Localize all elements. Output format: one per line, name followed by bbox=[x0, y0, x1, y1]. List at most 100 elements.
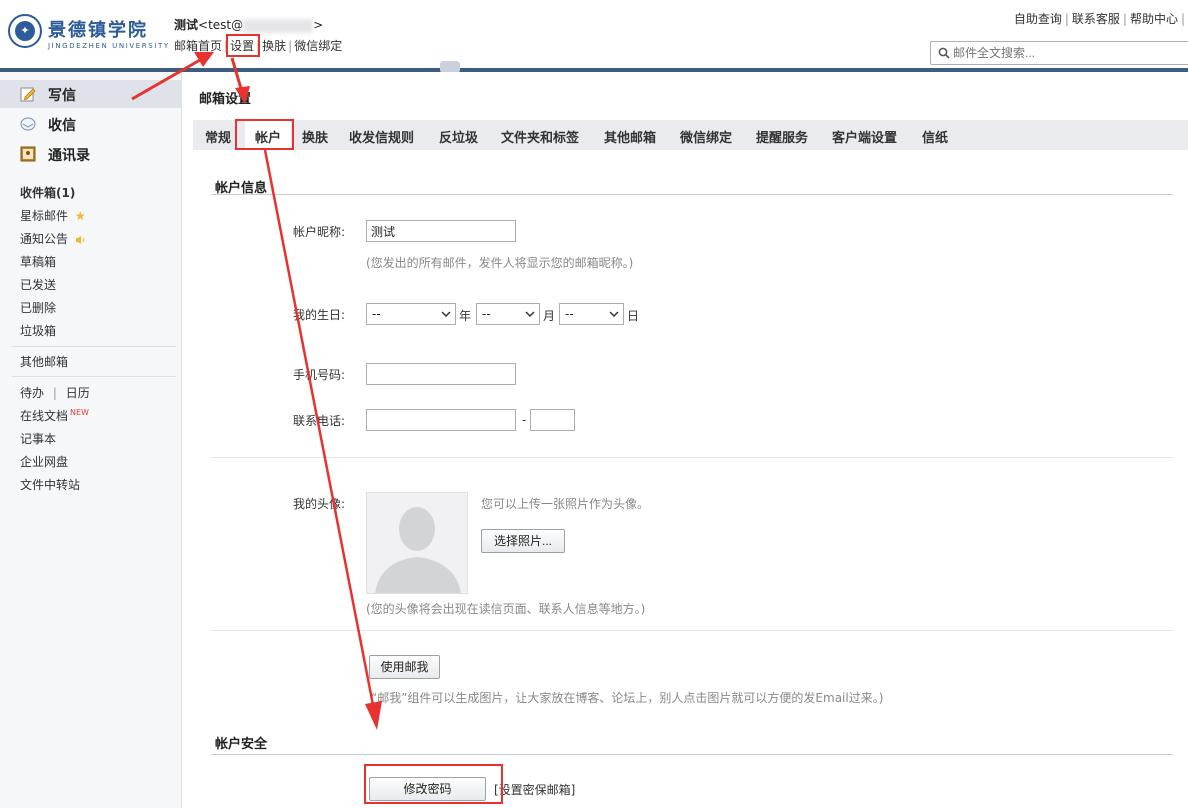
chevron-down-icon bbox=[609, 311, 619, 318]
sidebar-file-transfer[interactable]: 文件中转站 bbox=[20, 476, 80, 493]
birthday-month-select[interactable]: -- bbox=[476, 303, 540, 325]
tab-stationery[interactable]: 信纸 bbox=[922, 127, 948, 146]
search-box[interactable] bbox=[930, 41, 1188, 65]
sidebar-contacts-label: 通讯录 bbox=[48, 148, 90, 164]
folder-junk[interactable]: 垃圾箱 bbox=[20, 322, 56, 339]
section-divider bbox=[211, 194, 1173, 195]
contact-support-link[interactable]: 联系客服 bbox=[1072, 12, 1120, 26]
tab-reminder[interactable]: 提醒服务 bbox=[756, 127, 808, 146]
mail-me-hint: “邮我”组件可以生成图片，让大家放在博客、论坛上，别人点击图片就可以方便的发Em… bbox=[371, 691, 884, 705]
sidebar-notes[interactable]: 记事本 bbox=[20, 430, 56, 447]
tab-other-mailbox[interactable]: 其他邮箱 bbox=[604, 127, 656, 146]
mobile-input[interactable] bbox=[366, 363, 516, 385]
nav-wechat-bind[interactable]: 微信绑定 bbox=[294, 39, 342, 53]
year-unit: 年 bbox=[459, 309, 472, 323]
folder-inbox[interactable]: 收件箱(1) bbox=[20, 184, 75, 201]
tab-mail-rules[interactable]: 收发信规则 bbox=[349, 127, 414, 146]
phone-area-input[interactable] bbox=[366, 409, 516, 431]
birthday-year-select[interactable]: -- bbox=[366, 303, 456, 325]
inbox-icon bbox=[20, 117, 36, 131]
avatar-hint: 您可以上传一张照片作为头像。 bbox=[481, 497, 650, 511]
speaker-icon bbox=[75, 235, 85, 244]
set-secure-mail-link[interactable]: [设置密保邮箱] bbox=[494, 781, 575, 798]
sidebar-compose-label: 写信 bbox=[48, 88, 76, 104]
folder-deleted[interactable]: 已删除 bbox=[20, 299, 56, 316]
folder-starred[interactable]: 星标邮件 ★ bbox=[20, 207, 86, 224]
sidebar-other-mail[interactable]: 其他邮箱 bbox=[20, 353, 68, 370]
user-name: 测试 bbox=[174, 18, 199, 32]
tab-folders-labels[interactable]: 文件夹和标签 bbox=[501, 127, 579, 146]
change-password-button[interactable]: 修改密码 bbox=[369, 777, 486, 801]
avatar-note: (您的头像将会出现在读信页面、联系人信息等地方。) bbox=[366, 602, 646, 616]
settings-tabs: 常规 帐户 换肤 收发信规则 反垃圾 文件夹和标签 其他邮箱 微信绑定 提醒服务… bbox=[193, 120, 1188, 150]
sidebar-inbox[interactable]: 收信 bbox=[0, 110, 182, 138]
tab-general[interactable]: 常规 bbox=[205, 127, 231, 146]
account-security-title: 帐户安全 bbox=[215, 737, 268, 752]
logo-english-name: JINGDEZHEN UNIVERSITY bbox=[48, 42, 170, 50]
default-avatar-icon bbox=[375, 507, 461, 593]
university-logo[interactable]: ✦ 景德镇学院 JINGDEZHEN UNIVERSITY bbox=[8, 14, 178, 58]
folder-notices-label: 通知公告 bbox=[20, 232, 69, 246]
sidebar-online-docs-label: 在线文档 bbox=[20, 409, 69, 423]
sidebar-todo-calendar: 待办 | 日历 bbox=[20, 386, 90, 400]
nav-mail-home[interactable]: 邮箱首页 bbox=[174, 39, 222, 53]
sidebar-netdisk[interactable]: 企业网盘 bbox=[20, 453, 68, 470]
sidebar-divider bbox=[12, 346, 176, 347]
user-identity: 测试<test@ > bbox=[174, 16, 323, 33]
help-center-link[interactable]: 帮助中心 bbox=[1130, 12, 1178, 26]
search-input[interactable] bbox=[953, 44, 1183, 62]
row-divider bbox=[211, 630, 1173, 631]
tab-anti-spam[interactable]: 反垃圾 bbox=[439, 127, 478, 146]
nickname-label: 帐户昵称: bbox=[292, 225, 345, 239]
sidebar-contacts[interactable]: 通讯录 bbox=[0, 140, 182, 168]
chevron-down-icon bbox=[441, 311, 451, 318]
section-divider bbox=[211, 754, 1173, 755]
contacts-icon bbox=[20, 146, 36, 162]
logo-emblem-icon: ✦ bbox=[8, 14, 42, 48]
birthday-month-value: -- bbox=[482, 307, 491, 321]
sidebar-online-docs[interactable]: 在线文档 NEW bbox=[20, 407, 89, 424]
self-service-link[interactable]: 自助查询 bbox=[1014, 12, 1062, 26]
birthday-label: 我的生日: bbox=[292, 308, 345, 322]
phone-ext-input[interactable] bbox=[530, 409, 575, 431]
sidebar-calendar[interactable]: 日历 bbox=[66, 386, 90, 400]
nickname-hint: (您发出的所有邮件，发件人将显示您的邮箱昵称。) bbox=[366, 256, 634, 270]
user-email-start: <test@ bbox=[198, 18, 244, 32]
tab-wechat-bind[interactable]: 微信绑定 bbox=[680, 127, 732, 146]
avatar-label: 我的头像: bbox=[292, 497, 345, 511]
mobile-label: 手机号码: bbox=[292, 368, 345, 382]
row-divider bbox=[211, 457, 1173, 458]
choose-photo-button[interactable]: 选择照片... bbox=[481, 529, 565, 553]
sidebar-inbox-label: 收信 bbox=[48, 118, 76, 134]
star-icon: ★ bbox=[74, 209, 86, 223]
header: ✦ 景德镇学院 JINGDEZHEN UNIVERSITY 测试<test@ > … bbox=[0, 0, 1188, 68]
birthday-day-select[interactable]: -- bbox=[559, 303, 624, 325]
tab-account[interactable]: 帐户 bbox=[245, 120, 292, 150]
folder-starred-label: 星标邮件 bbox=[20, 209, 69, 223]
header-nav: 邮箱首页 | 设置 | 换肤 | 微信绑定 bbox=[174, 39, 343, 53]
folder-drafts[interactable]: 草稿箱 bbox=[20, 253, 56, 270]
tab-client-settings[interactable]: 客户端设置 bbox=[832, 127, 897, 146]
birthday-year-value: -- bbox=[372, 307, 381, 321]
sidebar: 写信 收信 通讯录 收件箱(1) 星标邮件 ★ 通知公告 草稿箱 已发送 已删除… bbox=[0, 72, 182, 808]
main-panel: 邮箱设置 常规 帐户 换肤 收发信规则 反垃圾 文件夹和标签 其他邮箱 微信绑定… bbox=[183, 72, 1188, 808]
sidebar-todo[interactable]: 待办 bbox=[20, 386, 44, 400]
nav-settings[interactable]: 设置 bbox=[230, 39, 254, 53]
sidebar-compose[interactable]: 写信 bbox=[0, 80, 182, 108]
nav-skin[interactable]: 换肤 bbox=[262, 39, 286, 53]
tab-skin[interactable]: 换肤 bbox=[302, 127, 328, 146]
mail-me-button[interactable]: 使用邮我 bbox=[369, 655, 440, 679]
folder-notices[interactable]: 通知公告 bbox=[20, 230, 86, 247]
logo-chinese-name: 景德镇学院 bbox=[48, 20, 148, 41]
folder-sent[interactable]: 已发送 bbox=[20, 276, 56, 293]
compose-icon bbox=[20, 87, 36, 102]
phone-label: 联系电话: bbox=[292, 414, 345, 428]
month-unit: 月 bbox=[543, 309, 556, 323]
avatar-placeholder bbox=[366, 492, 468, 594]
user-email-end: > bbox=[313, 18, 324, 32]
nickname-input[interactable] bbox=[366, 220, 516, 242]
page-title: 邮箱设置 bbox=[199, 92, 252, 107]
top-right-links: 自助查询 | 联系客服 | 帮助中心 | bbox=[1013, 12, 1185, 26]
account-settings-content: 帐户信息 帐户昵称: (您发出的所有邮件，发件人将显示您的邮箱昵称。) 我的生日… bbox=[201, 150, 1188, 808]
day-unit: 日 bbox=[627, 309, 640, 323]
